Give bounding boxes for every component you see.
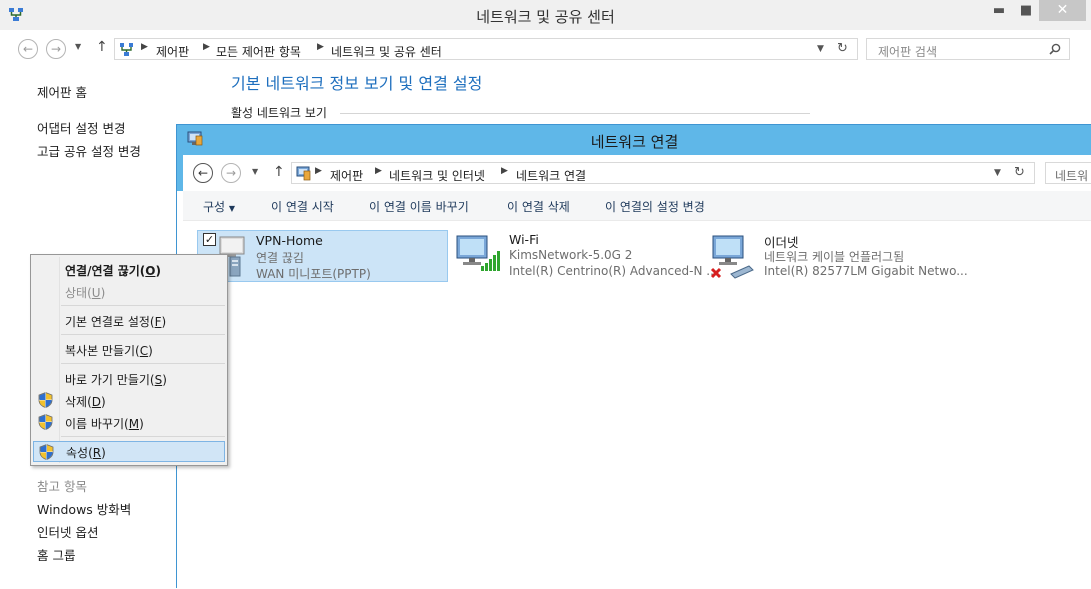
connection-name: VPN-Home [256, 233, 323, 248]
connection-name: Wi-Fi [509, 232, 539, 247]
ethernet-adapter-icon [710, 235, 754, 279]
up-arrow-icon[interactable]: ↑ [96, 39, 108, 55]
up-arrow-icon[interactable]: ↑ [273, 164, 285, 180]
network-connections-window: 네트워크 연결 ← → ▼ ↑ ▶ 제어판 ▶ 네트워크 및 인터넷 ▶ 네트워… [176, 124, 1091, 589]
window-title: 네트워크 및 공유 센터 [476, 8, 615, 26]
windows-firewall-link[interactable]: Windows 방화벽 [37, 499, 131, 518]
organize-label: 구성 [203, 200, 226, 214]
breadcrumb-item[interactable]: 제어판 [156, 43, 189, 60]
menu-item-status[interactable]: 상태(U) [33, 281, 225, 302]
menu-item-connect-disconnect[interactable]: 연결/연결 끊기(O) [33, 259, 225, 280]
address-bar-row: ← → ▼ ↑ ▶ 제어판 ▶ 모든 제어판 항목 ▶ 네트워크 및 공유 센터… [0, 34, 1091, 64]
address-bar-row: ← → ▼ ↑ ▶ 제어판 ▶ 네트워크 및 인터넷 ▶ 네트워크 연결 ▼ ↻… [183, 155, 1091, 191]
breadcrumb-separator-icon: ▶ [141, 42, 148, 52]
connection-status: 네트워크 케이블 언플러그됨 [764, 250, 905, 264]
back-button[interactable]: ← [193, 163, 213, 183]
refresh-icon[interactable]: ↻ [1014, 165, 1025, 180]
window-title: 네트워크 연결 [590, 133, 679, 151]
window-content: ← → ▼ ↑ ▶ 제어판 ▶ 네트워크 및 인터넷 ▶ 네트워크 연결 ▼ ↻… [183, 155, 1091, 589]
recent-locations-chevron-icon[interactable]: ▼ [252, 167, 258, 176]
menu-item-label: 바로 가기 만들기(S) [65, 373, 167, 387]
close-button[interactable]: ✕ [1039, 0, 1086, 21]
breadcrumb-separator-icon: ▶ [315, 166, 322, 176]
menu-item-properties[interactable]: 속성(R) [33, 441, 225, 462]
start-connection-button[interactable]: 이 연결 시작 [271, 198, 334, 215]
homegroup-link[interactable]: 홈 그룹 [37, 545, 75, 564]
menu-item-delete[interactable]: 삭제(D) [33, 390, 225, 411]
search-placeholder: 네트워 [1055, 169, 1089, 183]
dropdown-chevron-icon[interactable]: ▼ [817, 44, 824, 54]
search-icon[interactable] [1049, 43, 1061, 55]
uac-shield-icon [38, 414, 53, 430]
connection-device: WAN 미니포트(PPTP) [256, 267, 371, 281]
see-also-heading: 참고 항목 [37, 479, 87, 494]
section-heading: 활성 네트워크 보기 [231, 106, 327, 120]
rename-connection-button[interactable]: 이 연결 이름 바꾸기 [369, 198, 469, 215]
menu-item-create-copy[interactable]: 복사본 만들기(C) [33, 339, 225, 360]
control-panel-home-link[interactable]: 제어판 홈 [37, 82, 87, 101]
menu-item-label: 속성(R) [66, 446, 106, 460]
menu-separator [61, 305, 225, 306]
menu-separator [61, 363, 225, 364]
breadcrumb-separator-icon: ▶ [203, 42, 210, 52]
search-field[interactable]: 네트워 [1045, 162, 1091, 184]
menu-item-create-shortcut[interactable]: 바로 가기 만들기(S) [33, 368, 225, 389]
wifi-adapter-icon [456, 235, 500, 271]
network-connections-icon [296, 166, 311, 181]
organize-menu-button[interactable]: 구성 ▼ [203, 198, 235, 215]
breadcrumb-item[interactable]: 네트워크 연결 [516, 167, 586, 184]
title-bar: 네트워크 및 공유 센터 ▬ ■ ✕ [0, 0, 1091, 30]
advanced-sharing-settings-link[interactable]: 고급 공유 설정 변경 [37, 141, 141, 160]
breadcrumb-separator-icon: ▶ [317, 42, 324, 52]
section-divider [340, 113, 810, 114]
page-title: 기본 네트워크 정보 보기 및 연결 설정 [231, 74, 483, 93]
menu-item-rename[interactable]: 이름 바꾸기(M) [33, 412, 225, 433]
maximize-button[interactable]: ■ [1009, 0, 1043, 22]
connection-item-vpn[interactable]: ✓ VPN-Home 연결 끊김 WAN 미니포트(PPTP) [197, 230, 448, 282]
refresh-icon[interactable]: ↻ [837, 41, 848, 56]
connection-device: Intel(R) Centrino(R) Advanced-N ... [509, 264, 718, 278]
uac-shield-icon [38, 392, 53, 408]
connection-status: 연결 끊김 [256, 251, 304, 265]
menu-separator [61, 436, 225, 437]
menu-item-set-default[interactable]: 기본 연결로 설정(F) [33, 310, 225, 331]
menu-item-label: 기본 연결로 설정(F) [65, 315, 167, 329]
chevron-down-icon: ▼ [228, 204, 236, 213]
recent-locations-chevron-icon[interactable]: ▼ [75, 42, 81, 51]
change-adapter-settings-link[interactable]: 어댑터 설정 변경 [37, 118, 125, 137]
address-bar[interactable]: ▶ 제어판 ▶ 모든 제어판 항목 ▶ 네트워크 및 공유 센터 ▼ ↻ [114, 38, 858, 60]
menu-item-label: 연결/연결 끊기(O) [65, 264, 161, 278]
menu-item-label: 삭제(D) [65, 395, 106, 409]
command-bar: 구성 ▼ 이 연결 시작 이 연결 이름 바꾸기 이 연결 삭제 이 연결의 설… [183, 191, 1091, 221]
breadcrumb-item[interactable]: 모든 제어판 항목 [216, 43, 301, 60]
connection-item-wifi[interactable]: Wi-Fi KimsNetwork-5.0G 2 Intel(R) Centri… [455, 230, 718, 282]
connection-device: Intel(R) 82577LM Gigabit Netwo... [764, 264, 968, 278]
forward-button[interactable]: → [221, 163, 241, 183]
forward-button[interactable]: → [46, 39, 66, 59]
breadcrumb-item[interactable]: 네트워크 및 인터넷 [389, 167, 485, 184]
dropdown-chevron-icon[interactable]: ▼ [994, 168, 1001, 178]
breadcrumb-separator-icon: ▶ [501, 166, 508, 176]
address-bar[interactable]: ▶ 제어판 ▶ 네트워크 및 인터넷 ▶ 네트워크 연결 ▼ ↻ [291, 162, 1035, 184]
back-button[interactable]: ← [18, 39, 38, 59]
breadcrumb-item[interactable]: 네트워크 및 공유 센터 [331, 43, 442, 60]
menu-item-label: 이름 바꾸기(M) [65, 417, 144, 431]
menu-item-label: 복사본 만들기(C) [65, 344, 153, 358]
breadcrumb-separator-icon: ▶ [375, 166, 382, 176]
delete-connection-button[interactable]: 이 연결 삭제 [507, 198, 570, 215]
search-field[interactable]: 제어판 검색 [866, 38, 1070, 60]
internet-options-link[interactable]: 인터넷 옵션 [37, 522, 98, 541]
uac-shield-icon [39, 444, 54, 460]
menu-item-label: 상태(U) [65, 286, 106, 300]
context-menu: 연결/연결 끊기(O) 상태(U) 기본 연결로 설정(F) 복사본 만들기(C… [30, 254, 228, 466]
connection-status: KimsNetwork-5.0G 2 [509, 248, 633, 262]
breadcrumb-item[interactable]: 제어판 [330, 167, 363, 184]
title-bar: 네트워크 연결 [177, 125, 1091, 155]
menu-separator [61, 334, 225, 335]
search-placeholder: 제어판 검색 [878, 45, 938, 59]
connection-item-ethernet[interactable]: 이더넷 네트워크 케이블 언플러그됨 Intel(R) 82577LM Giga… [709, 230, 968, 282]
network-sharing-icon [120, 43, 133, 56]
change-settings-button[interactable]: 이 연결의 설정 변경 [605, 198, 705, 215]
